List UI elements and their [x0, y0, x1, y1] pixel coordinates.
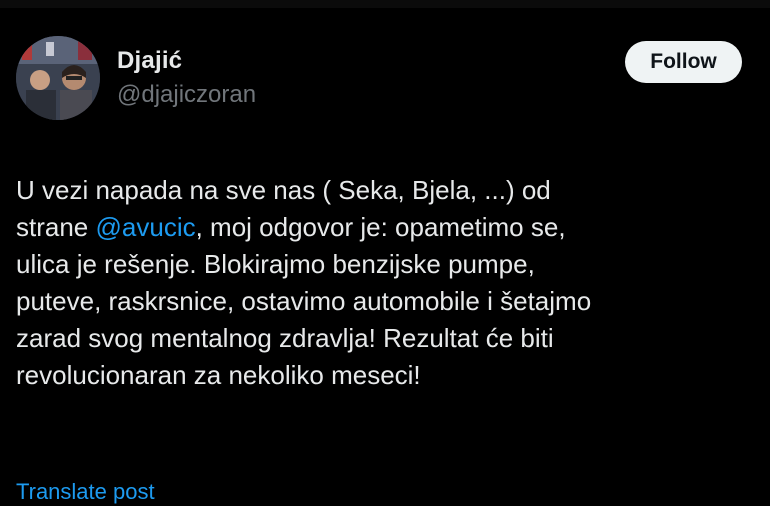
mention-link[interactable]: @avucic — [96, 212, 196, 242]
tweet-line: ulica je rešenje. Blokirajmo benzijske p… — [16, 249, 535, 279]
top-edge — [0, 0, 770, 8]
tweet-line: puteve, raskrsnice, ostavimo automobile … — [16, 286, 592, 316]
author-display-name[interactable]: Djajić — [117, 46, 256, 76]
tweet-text: U vezi napada na sve nas ( Seka, Bjela, … — [16, 172, 756, 394]
follow-button[interactable]: Follow — [625, 41, 742, 83]
avatar-photo-icon — [16, 36, 100, 120]
tweet-line: strane @avucic, moj odgovor je: opametim… — [16, 209, 756, 246]
author-info: Djajić @djajiczoran — [117, 46, 256, 110]
author-handle[interactable]: @djajiczoran — [117, 80, 256, 110]
tweet-header: Djajić @djajiczoran Follow — [16, 36, 770, 124]
tweet-line: zarad svog mentalnog zdravlja! Rezultat … — [16, 323, 554, 353]
tweet-line: U vezi napada na sve nas ( Seka, Bjela, … — [16, 175, 551, 205]
translate-post-link[interactable]: Translate post — [16, 478, 155, 506]
tweet-text-segment: , moj odgovor je: opametimo se, — [195, 212, 566, 242]
tweet-line: revolucionaran za nekoliko meseci! — [16, 360, 421, 390]
avatar[interactable] — [16, 36, 100, 120]
tweet-text-segment: strane — [16, 212, 96, 242]
